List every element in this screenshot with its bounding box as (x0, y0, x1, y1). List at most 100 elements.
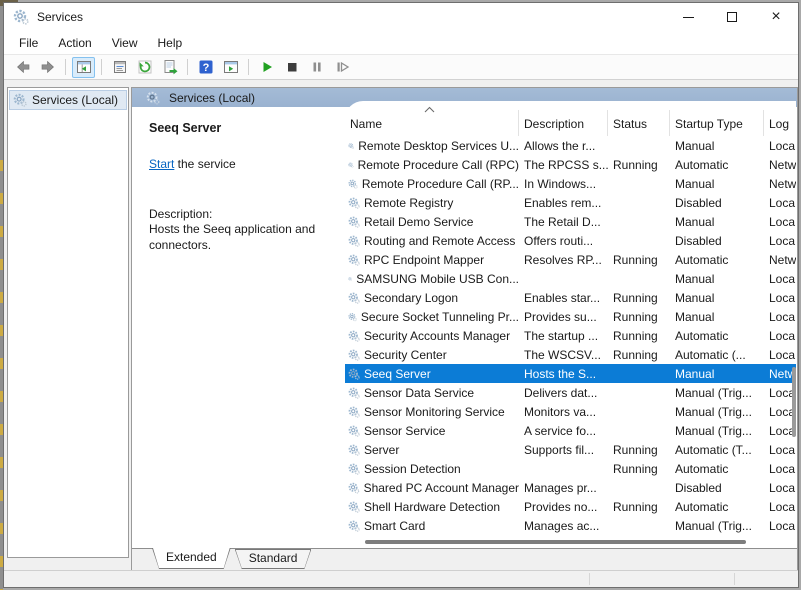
service-name-cell: Server (345, 443, 519, 457)
service-gear-icon (348, 349, 360, 361)
service-row[interactable]: Shared PC Account ManagerManages pr...Di… (345, 478, 796, 497)
service-row[interactable]: Retail Demo ServiceThe Retail D... Manual… (345, 212, 796, 231)
show-console-tree-button[interactable] (72, 57, 95, 78)
service-status-cell: Running (608, 443, 670, 457)
service-description-cell: The Retail D... (519, 215, 608, 229)
service-startup-type-cell: Automatic (T... (670, 443, 764, 457)
maximize-button[interactable] (710, 3, 754, 31)
service-startup-type-cell: Manual (670, 177, 764, 191)
service-row[interactable]: Remote Procedure Call (RP...In Windows..… (345, 174, 796, 193)
tree-item-services-local[interactable]: Services (Local) (9, 90, 127, 110)
menu-file[interactable]: File (9, 33, 48, 53)
service-row[interactable]: Security CenterThe WSCSV...RunningAutoma… (345, 345, 796, 364)
service-gear-icon (348, 216, 360, 228)
service-name-cell: Shared PC Account Manager (345, 481, 519, 495)
service-status-cell: Running (608, 291, 670, 305)
service-gear-icon (348, 406, 360, 418)
service-log-on-as-cell: Loca (764, 139, 796, 153)
service-startup-type-cell: Disabled (670, 196, 764, 210)
menu-action[interactable]: Action (48, 33, 101, 53)
service-name: Sensor Data Service (364, 386, 474, 400)
service-log-on-as-cell: Loca (764, 272, 796, 286)
service-description-cell: Enables star... (519, 291, 608, 305)
services-window: Services × File Action View Help (3, 2, 799, 588)
service-name-cell: Smart Card (345, 519, 519, 533)
service-name: Routing and Remote Access (364, 234, 515, 248)
minimize-button[interactable] (666, 3, 710, 31)
properties-button[interactable] (108, 57, 131, 78)
back-button[interactable] (11, 57, 34, 78)
close-button[interactable]: × (754, 3, 798, 31)
column-header-description[interactable]: Description (519, 110, 608, 136)
pause-service-button[interactable] (305, 57, 328, 78)
service-gear-icon (348, 425, 360, 437)
help-button[interactable]: ? (194, 57, 217, 78)
service-name: SAMSUNG Mobile USB Con... (356, 272, 519, 286)
service-name-cell: Retail Demo Service (345, 215, 519, 229)
service-row[interactable]: Secure Socket Tunneling Pr...Provides su… (345, 307, 796, 326)
service-row[interactable]: ServerSupports fil...RunningAutomatic (T… (345, 440, 796, 459)
service-gear-icon (348, 463, 360, 475)
service-row[interactable]: Seeq ServerHosts the S...ManualNetw (345, 364, 796, 383)
refresh-button[interactable] (133, 57, 156, 78)
service-row[interactable]: Smart CardManages ac...Manual (Trig...Lo… (345, 516, 796, 535)
service-row[interactable]: Remote RegistryEnables rem...DisabledLoc… (345, 193, 796, 212)
export-list-button[interactable] (158, 57, 181, 78)
tab-standard-label: Standard (235, 549, 312, 568)
service-row[interactable]: Secondary LogonEnables star...RunningMan… (345, 288, 796, 307)
service-row[interactable]: Remote Procedure Call (RPC)The RPCSS s..… (345, 155, 796, 174)
service-log-on-as-cell: Loca (764, 234, 796, 248)
service-startup-type-cell: Manual (670, 367, 764, 381)
service-name: Sensor Monitoring Service (364, 405, 505, 419)
service-name: Secure Socket Tunneling Pr... (361, 310, 519, 324)
service-gear-icon (348, 482, 360, 494)
stop-service-button[interactable] (280, 57, 303, 78)
start-service-link[interactable]: Start (149, 157, 174, 171)
tree-item-label: Services (Local) (32, 93, 118, 107)
column-header-name[interactable]: Name (345, 110, 519, 136)
action-pane-icon (223, 59, 239, 75)
service-startup-type-cell: Manual (670, 139, 764, 153)
column-header-status[interactable]: Status (608, 110, 670, 136)
horizontal-scrollbar-thumb[interactable] (365, 540, 746, 544)
menu-view[interactable]: View (102, 33, 148, 53)
service-log-on-as-cell: Loca (764, 196, 796, 210)
service-row[interactable]: Security Accounts ManagerThe startup ...… (345, 326, 796, 345)
service-row[interactable]: Remote Desktop Services U...Allows the r… (345, 136, 796, 155)
menu-help[interactable]: Help (148, 33, 193, 53)
service-row[interactable]: Sensor ServiceA service fo...Manual (Tri… (345, 421, 796, 440)
service-startup-type-cell: Automatic (670, 253, 764, 267)
service-startup-type-cell: Manual (670, 272, 764, 286)
tab-standard[interactable]: Standard (235, 549, 312, 569)
tab-extended[interactable]: Extended (152, 548, 231, 569)
column-header-log-on-as[interactable]: Log (764, 110, 796, 136)
service-description-cell: The RPCSS s... (519, 158, 608, 172)
service-row[interactable]: SAMSUNG Mobile USB Con... ManualLoca (345, 269, 796, 288)
service-status-cell: Running (608, 329, 670, 343)
title-bar[interactable]: Services × (4, 3, 798, 31)
show-action-pane-button[interactable] (219, 57, 242, 78)
vertical-scrollbar-thumb[interactable] (792, 367, 796, 437)
service-description-cell: In Windows... (519, 177, 608, 191)
service-description-cell: A service fo... (519, 424, 608, 438)
tab-extended-label: Extended (152, 548, 231, 567)
service-action-suffix: the service (174, 157, 235, 171)
service-startup-type-cell: Manual (670, 215, 764, 229)
window-title: Services (37, 10, 83, 24)
forward-button[interactable] (36, 57, 59, 78)
service-row[interactable]: Shell Hardware DetectionProvides no...Ru… (345, 497, 796, 516)
service-startup-type-cell: Automatic (670, 329, 764, 343)
service-row[interactable]: Sensor Data ServiceDelivers dat...Manual… (345, 383, 796, 402)
start-service-button[interactable] (255, 57, 278, 78)
column-header-startup-type[interactable]: Startup Type (670, 110, 764, 136)
service-row[interactable]: Sensor Monitoring ServiceMonitors va...M… (345, 402, 796, 421)
restart-service-button[interactable] (330, 57, 353, 78)
service-startup-type-cell: Manual (670, 310, 764, 324)
service-row[interactable]: Session DetectionRunningAutomaticLoca (345, 459, 796, 478)
service-gear-icon (348, 330, 360, 342)
service-log-on-as-cell: Loca (764, 329, 796, 343)
service-status-cell: Running (608, 462, 670, 476)
service-row[interactable]: Routing and Remote AccessOffers routi...… (345, 231, 796, 250)
service-gear-icon (348, 520, 360, 532)
service-row[interactable]: RPC Endpoint MapperResolves RP...Running… (345, 250, 796, 269)
